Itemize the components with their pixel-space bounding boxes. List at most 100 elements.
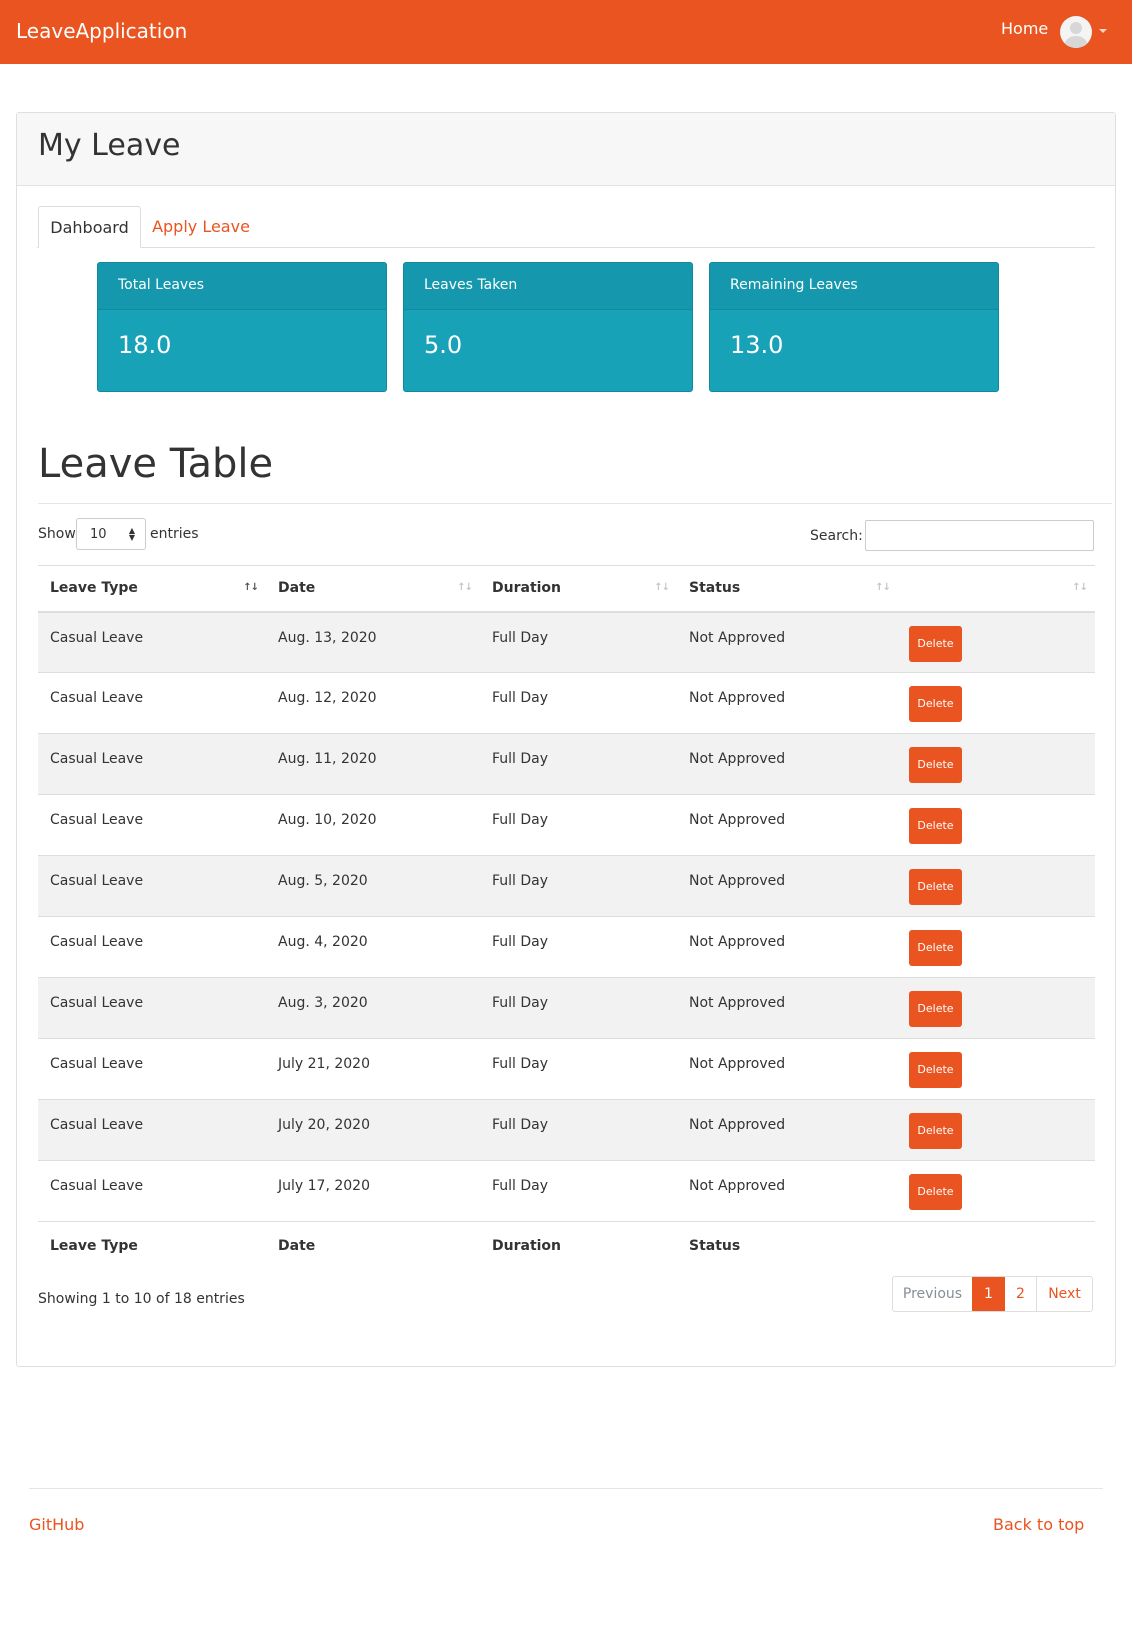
footer-column-date: Date bbox=[266, 1221, 480, 1271]
cell-duration: Full Day bbox=[480, 855, 677, 917]
delete-button[interactable]: Delete bbox=[909, 1052, 962, 1088]
entries-length-value: 10 bbox=[90, 527, 107, 542]
table-row: Casual Leave July 17, 2020 Full Day Not … bbox=[38, 1160, 1095, 1222]
footer-column-status: Status bbox=[677, 1221, 898, 1271]
column-header-leave-type[interactable]: Leave Type ↑↓ bbox=[38, 565, 266, 613]
tab-apply-leave[interactable]: Apply Leave bbox=[141, 206, 261, 248]
cell-leave-type: Casual Leave bbox=[38, 1099, 266, 1161]
leave-table: Leave Type ↑↓ Date ↑↓ Duration ↑↓ Status ↑↓ … bbox=[38, 565, 1095, 1271]
entries-length-select[interactable]: 10 ▲ ▼ bbox=[76, 518, 146, 550]
table-row: Casual Leave Aug. 5, 2020 Full Day Not A… bbox=[38, 855, 1095, 917]
column-header-label: Date bbox=[278, 580, 316, 597]
card-header: My Leave bbox=[17, 113, 1115, 186]
stat-card-header: Leaves Taken bbox=[404, 263, 692, 310]
footer-divider bbox=[29, 1488, 1103, 1489]
stat-card-header: Total Leaves bbox=[98, 263, 386, 310]
cell-status: Not Approved bbox=[677, 1038, 898, 1100]
delete-button[interactable]: Delete bbox=[909, 991, 962, 1027]
delete-button[interactable]: Delete bbox=[909, 747, 962, 783]
cell-date: July 17, 2020 bbox=[266, 1160, 480, 1222]
cell-action: Delete bbox=[898, 611, 1095, 673]
cell-action: Delete bbox=[898, 794, 1095, 856]
nav-home-link[interactable]: Home bbox=[1001, 19, 1048, 38]
sort-icon: ↑↓ bbox=[875, 582, 891, 593]
search-label: Search: bbox=[810, 528, 863, 544]
cell-status: Not Approved bbox=[677, 1099, 898, 1161]
page-title: My Leave bbox=[38, 128, 181, 163]
table-row: Casual Leave July 20, 2020 Full Day Not … bbox=[38, 1099, 1095, 1161]
stat-card-header: Remaining Leaves bbox=[710, 263, 998, 310]
cell-duration: Full Day bbox=[480, 1099, 677, 1161]
stat-label: Leaves Taken bbox=[424, 277, 518, 293]
entries-label: entries bbox=[150, 526, 199, 542]
pagination-next[interactable]: Next bbox=[1036, 1277, 1092, 1311]
cell-leave-type: Casual Leave bbox=[38, 1038, 266, 1100]
cell-date: Aug. 3, 2020 bbox=[266, 977, 480, 1039]
cell-duration: Full Day bbox=[480, 611, 677, 673]
delete-button[interactable]: Delete bbox=[909, 1113, 962, 1149]
cell-status: Not Approved bbox=[677, 855, 898, 917]
section-divider bbox=[38, 503, 1112, 504]
delete-button[interactable]: Delete bbox=[909, 686, 962, 722]
delete-button[interactable]: Delete bbox=[909, 930, 962, 966]
delete-button[interactable]: Delete bbox=[909, 808, 962, 844]
cell-leave-type: Casual Leave bbox=[38, 672, 266, 734]
brand-link[interactable]: LeaveApplication bbox=[16, 19, 187, 43]
show-label: Show bbox=[38, 526, 76, 542]
back-to-top-link[interactable]: Back to top bbox=[993, 1515, 1084, 1534]
sort-icon: ↑↓ bbox=[1072, 582, 1088, 593]
cell-date: Aug. 11, 2020 bbox=[266, 733, 480, 795]
stat-value: 5.0 bbox=[424, 331, 463, 359]
pagination-page-2[interactable]: 2 bbox=[1005, 1277, 1036, 1311]
delete-button[interactable]: Delete bbox=[909, 625, 962, 662]
stat-value: 18.0 bbox=[118, 331, 172, 359]
stat-card-leaves-taken: Leaves Taken 5.0 bbox=[403, 262, 693, 392]
cell-leave-type: Casual Leave bbox=[38, 916, 266, 978]
tab-dashboard[interactable]: Dahboard bbox=[38, 206, 141, 248]
sort-icon: ↑↓ bbox=[457, 582, 473, 593]
pagination-previous[interactable]: Previous bbox=[893, 1277, 972, 1311]
delete-button[interactable]: Delete bbox=[909, 1174, 962, 1210]
cell-duration: Full Day bbox=[480, 1038, 677, 1100]
cell-date: Aug. 10, 2020 bbox=[266, 794, 480, 856]
footer-column-leave-type: Leave Type bbox=[38, 1221, 266, 1271]
select-arrows-icon: ▲ ▼ bbox=[128, 526, 135, 542]
my-leave-card: My Leave Dahboard Apply Leave Total Leav… bbox=[16, 112, 1116, 1367]
cell-leave-type: Casual Leave bbox=[38, 733, 266, 795]
cell-action: Delete bbox=[898, 855, 1095, 917]
column-header-label: Duration bbox=[492, 580, 562, 597]
cell-status: Not Approved bbox=[677, 977, 898, 1039]
search-input[interactable] bbox=[865, 520, 1094, 551]
cell-status: Not Approved bbox=[677, 611, 898, 673]
pagination: Previous 1 2 Next bbox=[892, 1276, 1093, 1312]
user-avatar-icon[interactable] bbox=[1060, 16, 1092, 48]
table-row: Casual Leave Aug. 12, 2020 Full Day Not … bbox=[38, 672, 1095, 734]
cell-leave-type: Casual Leave bbox=[38, 1160, 266, 1222]
cell-date: Aug. 4, 2020 bbox=[266, 916, 480, 978]
cell-duration: Full Day bbox=[480, 916, 677, 978]
stat-value: 13.0 bbox=[730, 331, 784, 359]
footer-column-duration: Duration bbox=[480, 1221, 677, 1271]
cell-duration: Full Day bbox=[480, 672, 677, 734]
column-header-date[interactable]: Date ↑↓ bbox=[266, 565, 480, 613]
cell-action: Delete bbox=[898, 1160, 1095, 1222]
cell-status: Not Approved bbox=[677, 672, 898, 734]
caret-down-icon[interactable] bbox=[1099, 29, 1107, 33]
footer-column-actions bbox=[898, 1221, 1095, 1271]
stat-label: Remaining Leaves bbox=[730, 277, 858, 293]
cell-action: Delete bbox=[898, 733, 1095, 795]
delete-button[interactable]: Delete bbox=[909, 869, 962, 905]
column-header-actions[interactable]: ↑↓ bbox=[898, 565, 1095, 613]
table-row: Casual Leave Aug. 3, 2020 Full Day Not A… bbox=[38, 977, 1095, 1039]
avatar-head bbox=[1070, 22, 1082, 34]
column-header-duration[interactable]: Duration ↑↓ bbox=[480, 565, 677, 613]
stat-card-remaining-leaves: Remaining Leaves 13.0 bbox=[709, 262, 999, 392]
column-header-status[interactable]: Status ↑↓ bbox=[677, 565, 898, 613]
stat-card-total-leaves: Total Leaves 18.0 bbox=[97, 262, 387, 392]
pagination-page-1[interactable]: 1 bbox=[972, 1277, 1005, 1311]
navbar: LeaveApplication Home bbox=[0, 0, 1132, 64]
github-link[interactable]: GitHub bbox=[29, 1515, 84, 1534]
cell-duration: Full Day bbox=[480, 977, 677, 1039]
table-header-row: Leave Type ↑↓ Date ↑↓ Duration ↑↓ Status ↑↓ … bbox=[38, 565, 1095, 613]
cell-status: Not Approved bbox=[677, 733, 898, 795]
